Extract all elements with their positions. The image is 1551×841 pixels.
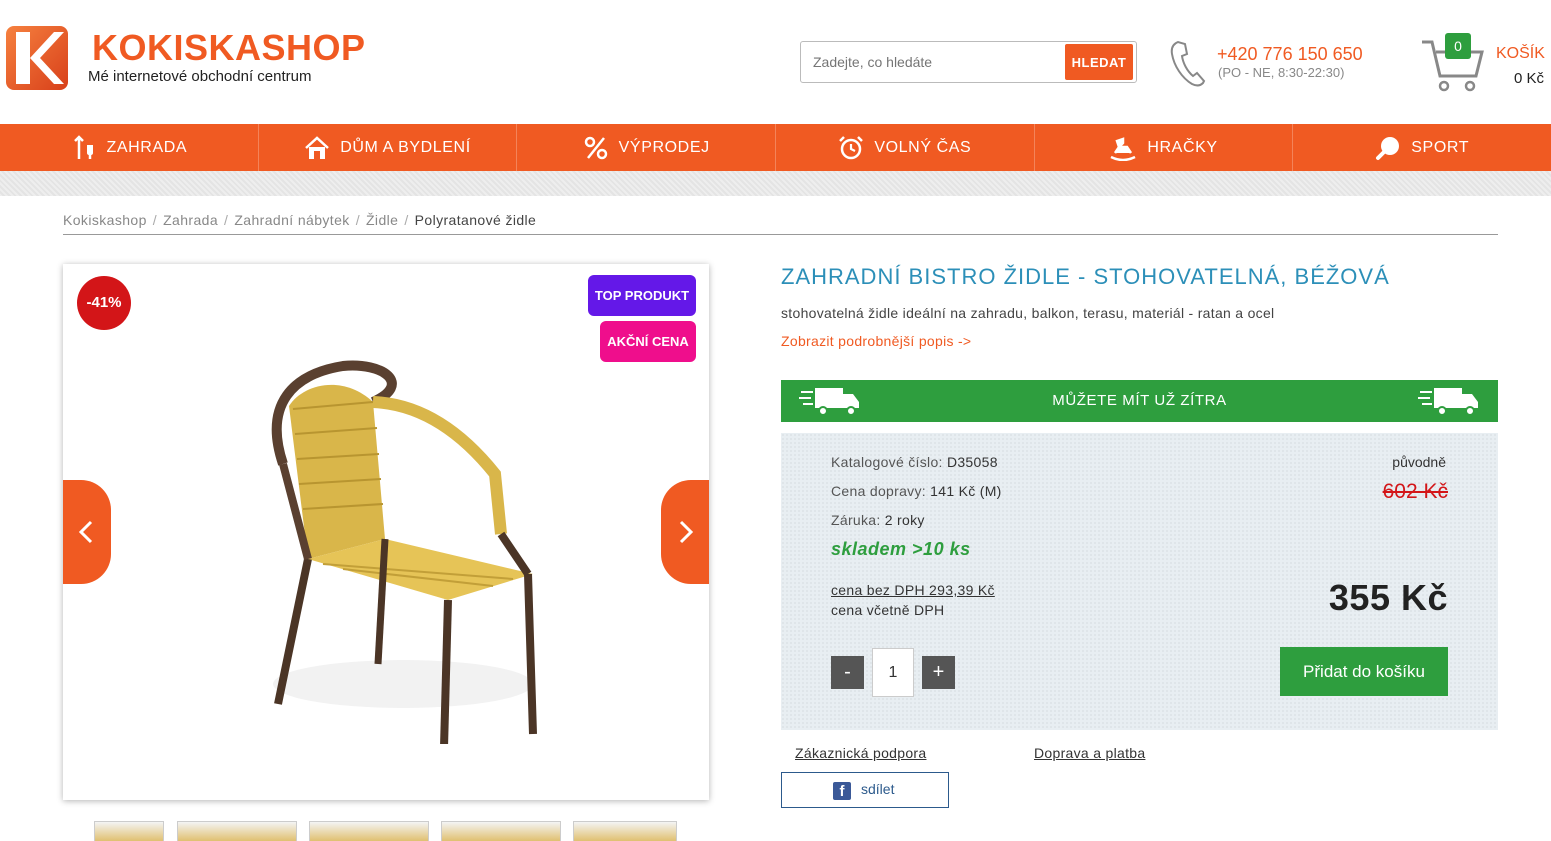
facebook-share-button[interactable]: f sdílet [781,772,949,808]
quantity-increase-button[interactable]: + [922,656,955,689]
breadcrumb-link[interactable]: Zahrada [163,212,218,228]
nav-divider-strip [0,171,1551,196]
discount-badge: -41% [77,276,131,330]
nav-item-sport[interactable]: SPORT [1293,124,1551,171]
thumbnail[interactable] [177,821,297,841]
thumbnail[interactable] [309,821,429,841]
catalog-value: D35058 [946,454,998,470]
top-product-badge: TOP PRODUKT [588,275,696,316]
product-gallery: -41% TOP PRODUKT AKČNÍ CENA [63,264,709,800]
price-box: Katalogové číslo: D35058 Cena dopravy: 1… [781,433,1498,730]
original-price-label: původně [1392,454,1446,470]
rocking-horse-icon [1110,136,1136,161]
nav-item-vyprodej[interactable]: VÝPRODEJ [517,124,777,171]
shipping-value: 141 Kč (M) [930,483,1002,499]
sale-price-badge: AKČNÍ CENA [600,321,696,362]
garden-icon [73,134,93,159]
shipping-payment-link[interactable]: Doprava a platba [1034,745,1145,761]
gallery-prev-button[interactable] [63,480,111,584]
catalog-label: Katalogové číslo: [831,454,943,470]
site-header: KOKISKASHOP Mé internetové obchodní cent… [0,0,1551,124]
stock-status: skladem >10 ks [831,539,971,559]
breadcrumb-separator: / [152,212,158,228]
phone-icon [1170,40,1206,87]
breadcrumb-link[interactable]: Zahradní nábytek [234,212,349,228]
delivery-text: MŮŽETE MÍT UŽ ZÍTRA [1052,392,1227,409]
logo-mark-icon [6,26,68,90]
search-button[interactable]: HLEDAT [1065,44,1133,80]
price-with-vat-label: cena včetně DPH [831,602,945,618]
thumbnail[interactable] [441,821,561,841]
breadcrumb-link[interactable]: Kokiskashop [63,212,147,228]
logo-title: KOKISKASHOP [92,27,366,68]
chevron-right-icon [679,520,694,544]
product-description: stohovatelná židle ideální na zahradu, b… [781,305,1275,321]
search-input[interactable] [801,42,1063,82]
breadcrumb-separator: / [355,212,360,228]
product-image[interactable] [233,324,553,744]
warranty-label: Záruka: [831,512,881,528]
shipping-label: Cena dopravy: [831,483,926,499]
customer-support-link[interactable]: Zákaznická podpora [795,745,926,761]
cart-total: 0 Kč [1513,70,1544,87]
breadcrumb-divider [63,234,1498,235]
warranty-value: 2 roky [884,512,925,528]
logo-subtitle: Mé internetové obchodní centrum [88,68,312,85]
original-price: 602 Kč [1382,480,1448,503]
gallery-next-button[interactable] [661,480,709,584]
more-description-link[interactable]: Zobrazit podrobnější popis -> [781,333,971,349]
breadcrumb-separator: / [224,212,229,228]
nav-label: VOLNÝ ČAS [874,138,972,156]
alarm-clock-icon [839,135,864,159]
nav-item-zahrada[interactable]: ZAHRADA [0,124,259,171]
quantity-decrease-button[interactable]: - [831,656,864,689]
phone-number[interactable]: +420 776 150 650 [1217,44,1363,65]
share-label: sdílet [861,781,895,797]
current-price: 355 Kč [1328,577,1448,618]
cart-label[interactable]: KOŠÍK [1496,45,1545,63]
percent-icon [584,136,607,159]
cart-count-badge: 0 [1445,33,1471,59]
nav-label: HRAČKY [1147,138,1218,156]
nav-label: DŮM A BYDLENÍ [340,138,471,156]
phone-hours: (PO - NE, 8:30-22:30) [1218,65,1345,80]
nav-label: SPORT [1411,138,1470,156]
nav-item-volny-cas[interactable]: VOLNÝ ČAS [776,124,1035,171]
truck-icon [1418,388,1478,416]
price-without-vat[interactable]: cena bez DPH 293,39 Kč [831,582,995,598]
search-form: HLEDAT [800,41,1137,83]
delivery-banner: MŮŽETE MÍT UŽ ZÍTRA [781,380,1498,422]
nav-item-dum-a-bydleni[interactable]: DŮM A BYDLENÍ [259,124,518,171]
breadcrumb-link[interactable]: Židle [366,212,398,228]
breadcrumb-separator: / [404,212,409,228]
house-icon [305,135,330,159]
warranty: Záruka: 2 roky [831,512,925,528]
thumbnail[interactable] [573,821,677,841]
catalog-number: Katalogové číslo: D35058 [831,454,998,470]
logo[interactable]: KOKISKASHOP Mé internetové obchodní cent… [6,26,365,96]
nav-item-hracky[interactable]: HRAČKY [1035,124,1294,171]
main-nav: ZAHRADA DŮM A BYDLENÍ VÝPRODEJ VOLNÝ ČAS… [0,124,1551,171]
product-title: ZAHRADNÍ BISTRO ŽIDLE - STOHOVATELNÁ, BÉ… [781,264,1390,289]
facebook-icon: f [833,782,851,800]
breadcrumb: Kokiskashop / Zahrada / Zahradní nábytek / Žid… [63,212,536,228]
thumbnail[interactable] [94,821,164,841]
chevron-left-icon [78,520,93,544]
add-to-cart-button[interactable]: Přidat do košíku [1280,647,1448,696]
quantity-input[interactable] [872,648,914,697]
nav-label: ZAHRADA [106,138,188,156]
nav-label: VÝPRODEJ [618,138,710,156]
breadcrumb-current: Polyratanové židle [414,212,537,228]
ping-pong-icon [1376,136,1400,160]
shipping-cost: Cena dopravy: 141 Kč (M) [831,483,1002,499]
